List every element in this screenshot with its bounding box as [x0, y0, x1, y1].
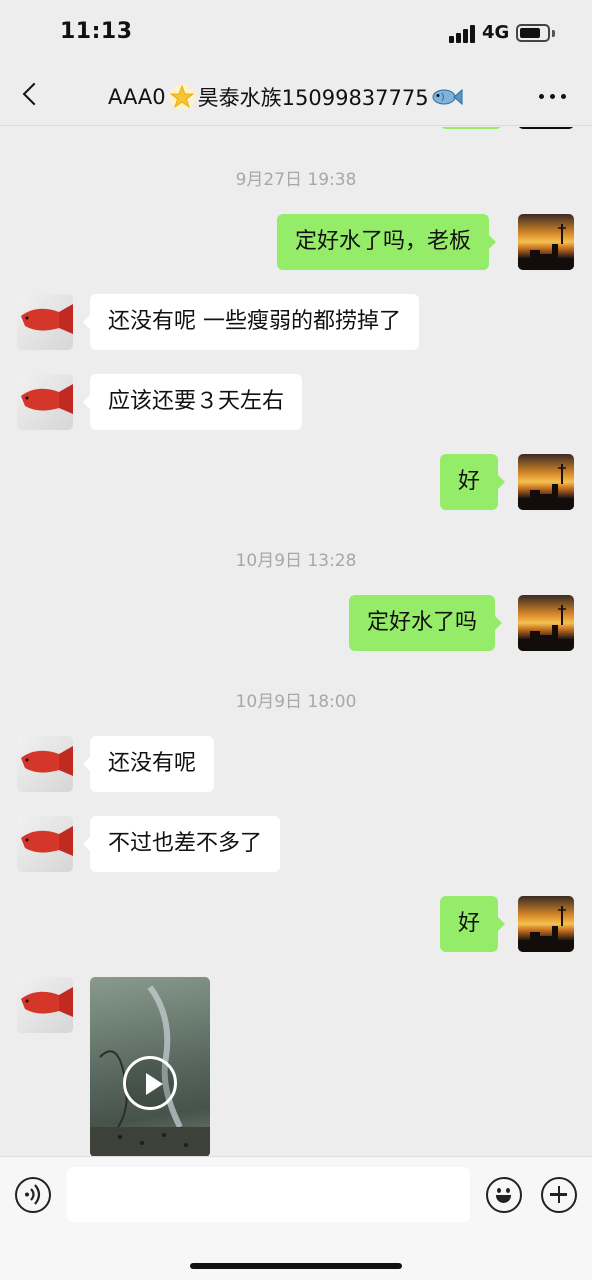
message-bubble-incoming[interactable]: 还没有呢: [82, 736, 215, 792]
avatar-self[interactable]: [518, 595, 574, 651]
timestamp: 10月9日 13:28: [235, 551, 357, 571]
avatar-self[interactable]: [518, 127, 574, 129]
chat-title-prefix: AAA0: [108, 85, 166, 109]
message-bubble-outgoing[interactable]: 定好水了吗，老板: [277, 214, 497, 270]
star-icon: [168, 84, 195, 110]
avatar-contact[interactable]: [17, 816, 73, 872]
message-bubble-incoming[interactable]: 不过也差不多了: [82, 816, 281, 872]
more-button[interactable]: [536, 82, 570, 110]
message-bubble-outgoing[interactable]: 定好水了吗: [349, 595, 503, 651]
message-input[interactable]: [67, 1167, 470, 1222]
chevron-left-icon: [22, 82, 46, 106]
back-button[interactable]: [14, 78, 50, 114]
avatar-self[interactable]: [518, 214, 574, 270]
video-message[interactable]: [90, 977, 210, 1156]
message-bubble-outgoing[interactable]: 好: [440, 454, 506, 510]
avatar-contact[interactable]: [17, 977, 73, 1033]
fish-icon: [432, 88, 463, 106]
play-icon[interactable]: [123, 1056, 177, 1110]
message-bubble-outgoing[interactable]: 好: [440, 896, 506, 952]
timestamp: 10月9日 18:00: [235, 692, 357, 712]
chat-screen: 11:13 4G AAA0 昊泰水族15099837775 9月27日 19:3…: [0, 0, 592, 1280]
chat-title-main: 昊泰水族15099837775: [197, 86, 429, 110]
emoji-icon[interactable]: [486, 1177, 522, 1213]
chat-area[interactable]: 9月27日 19:38 定好水了吗，老板 还没有呢 一些瘦弱的都捞掉了 应该还要…: [0, 127, 592, 1156]
plus-icon[interactable]: [541, 1177, 577, 1213]
chat-title: AAA0 昊泰水族15099837775: [108, 82, 463, 112]
nav-bar: AAA0 昊泰水族15099837775: [0, 66, 592, 126]
battery-icon: [516, 24, 550, 42]
home-indicator: [190, 1263, 402, 1269]
voice-icon[interactable]: [15, 1177, 51, 1213]
message-bubble-incoming[interactable]: 还没有呢 一些瘦弱的都捞掉了: [83, 294, 419, 350]
battery-tip: [552, 30, 555, 37]
avatar-self[interactable]: [518, 896, 574, 952]
avatar-contact[interactable]: [17, 294, 73, 350]
message-bubble-partial: [440, 127, 502, 129]
avatar-contact[interactable]: [17, 736, 73, 792]
message-bubble-incoming[interactable]: 应该还要３天左右: [82, 374, 303, 430]
input-bar: [0, 1156, 592, 1280]
status-time: 11:13: [60, 19, 133, 44]
timestamp: 9月27日 19:38: [235, 170, 357, 190]
status-bar: 11:13 4G: [0, 0, 592, 66]
network-type: 4G: [482, 22, 510, 43]
signal-icon: [449, 25, 476, 43]
avatar-self[interactable]: [518, 454, 574, 510]
avatar-contact[interactable]: [17, 374, 73, 430]
